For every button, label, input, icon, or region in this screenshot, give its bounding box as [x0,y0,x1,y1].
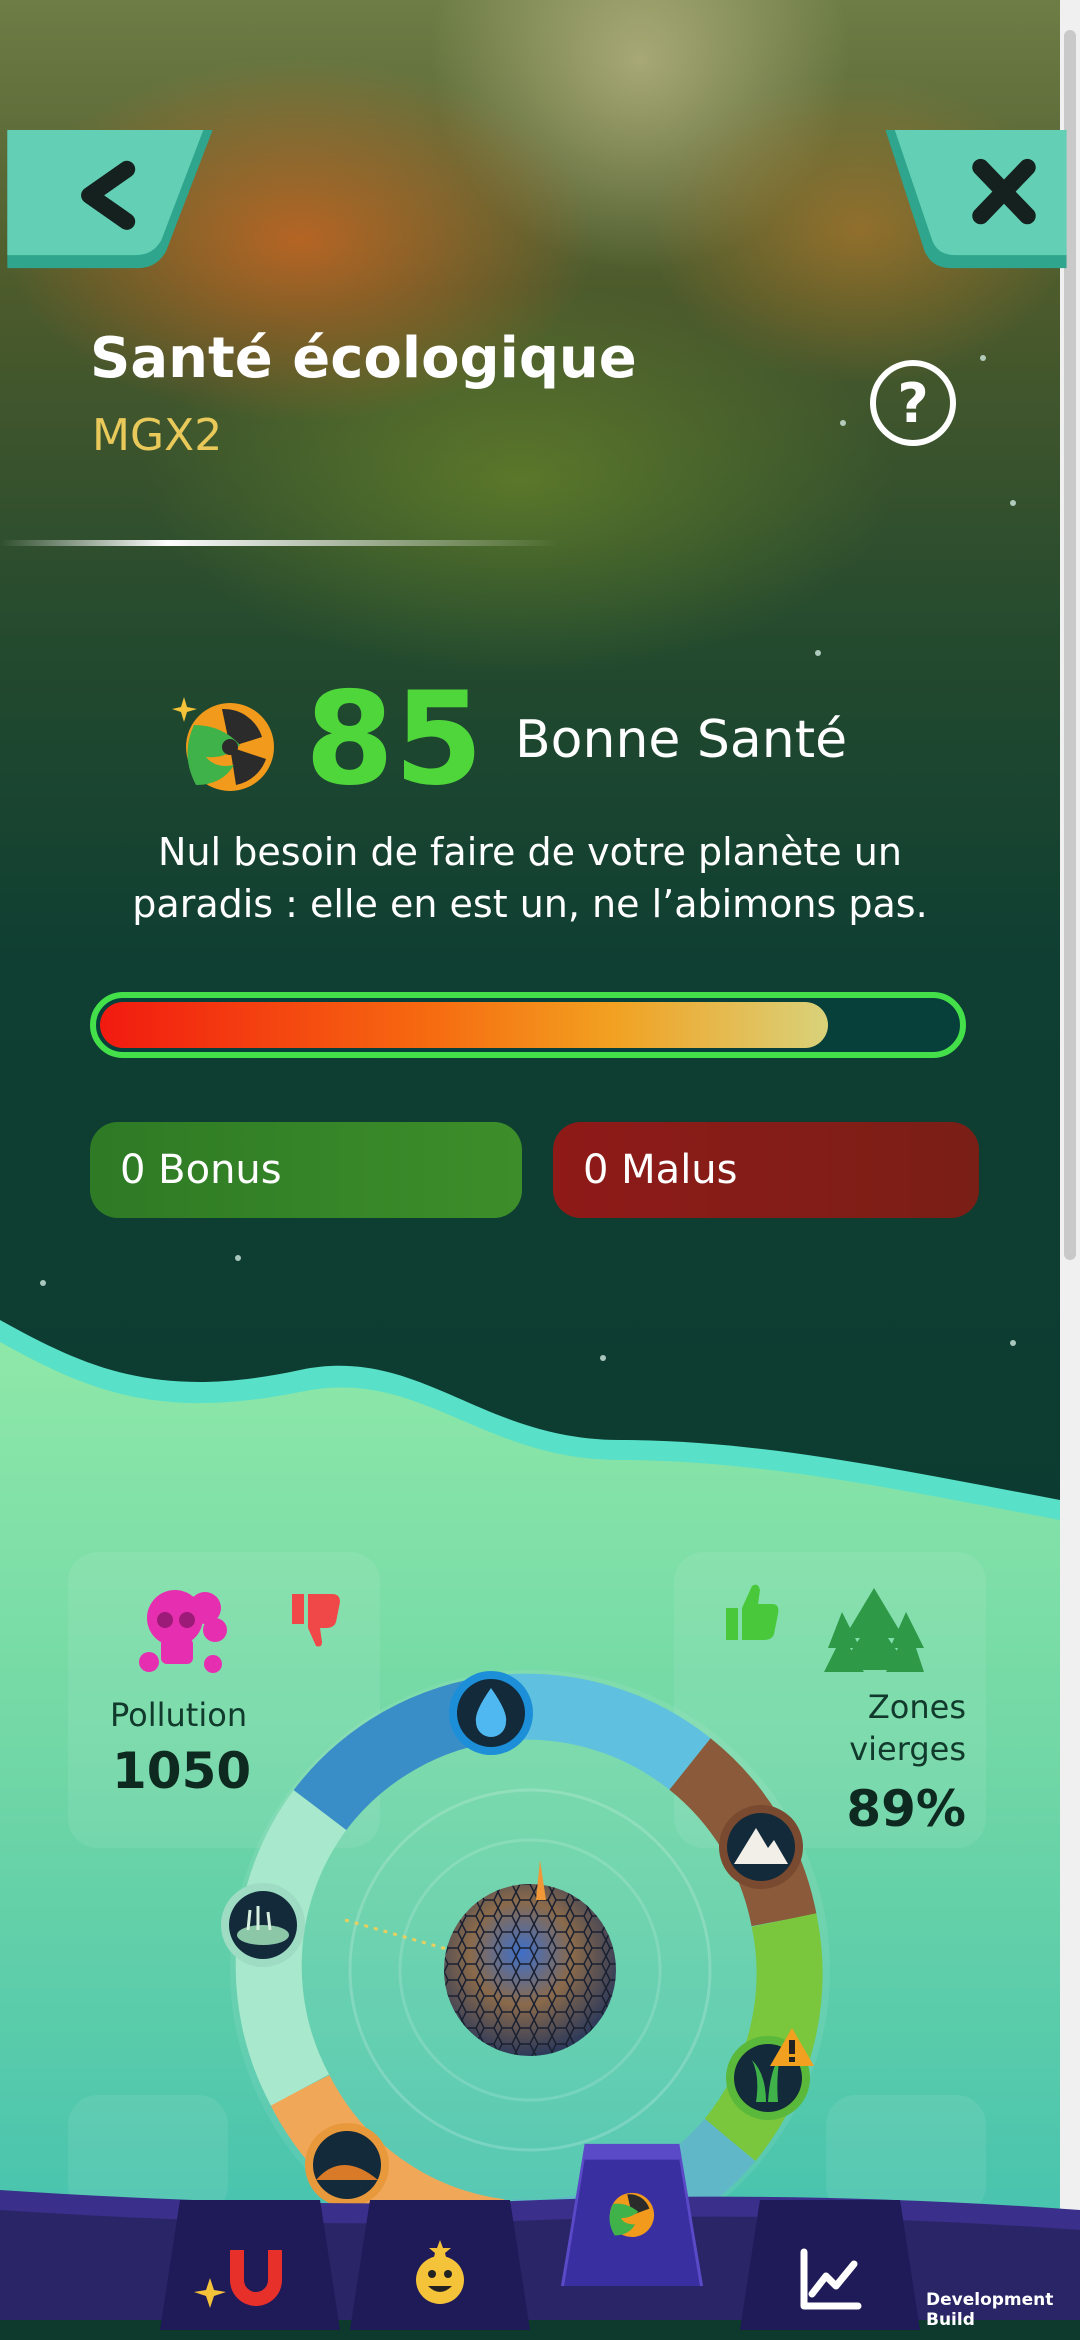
thumbs-up-icon [726,1584,779,1640]
star [980,355,986,361]
ecology-health-icon [172,697,274,791]
health-description: Nul besoin de faire de votre planète un … [132,830,928,926]
swamp-icon[interactable] [218,1880,308,1970]
tab-magnet[interactable] [150,2190,350,2340]
tab-ecology[interactable] [532,2136,732,2286]
star [840,420,846,426]
thumbs-down-icon [292,1594,340,1647]
divider [0,540,560,546]
star [40,1280,46,1286]
star [1010,500,1016,506]
planet-name: MGX2 [92,410,223,461]
health-score: 85 [305,665,484,814]
smiley-tab-icon [416,2256,464,2304]
health-status: Bonne Santé [515,710,848,770]
page-title: Santé écologique [90,326,637,391]
mountain-icon[interactable] [716,1802,806,1892]
malus-button[interactable]: 0 Malus [553,1122,979,1218]
tab-statistics[interactable] [730,2190,930,2340]
close-button[interactable] [866,130,1080,270]
question-mark-icon: ? [897,371,929,435]
health-bar-fill [100,1002,828,1048]
development-build-label: Development Build [926,2290,1054,2330]
star [235,1255,241,1261]
grass-warning-icon[interactable] [722,2026,818,2122]
tab-happiness[interactable] [340,2190,540,2340]
bonus-button[interactable]: 0 Bonus [90,1122,522,1218]
star [815,650,821,656]
help-button[interactable]: ? [870,360,956,446]
water-drop-icon[interactable] [446,1668,536,1758]
back-button[interactable] [0,130,220,270]
